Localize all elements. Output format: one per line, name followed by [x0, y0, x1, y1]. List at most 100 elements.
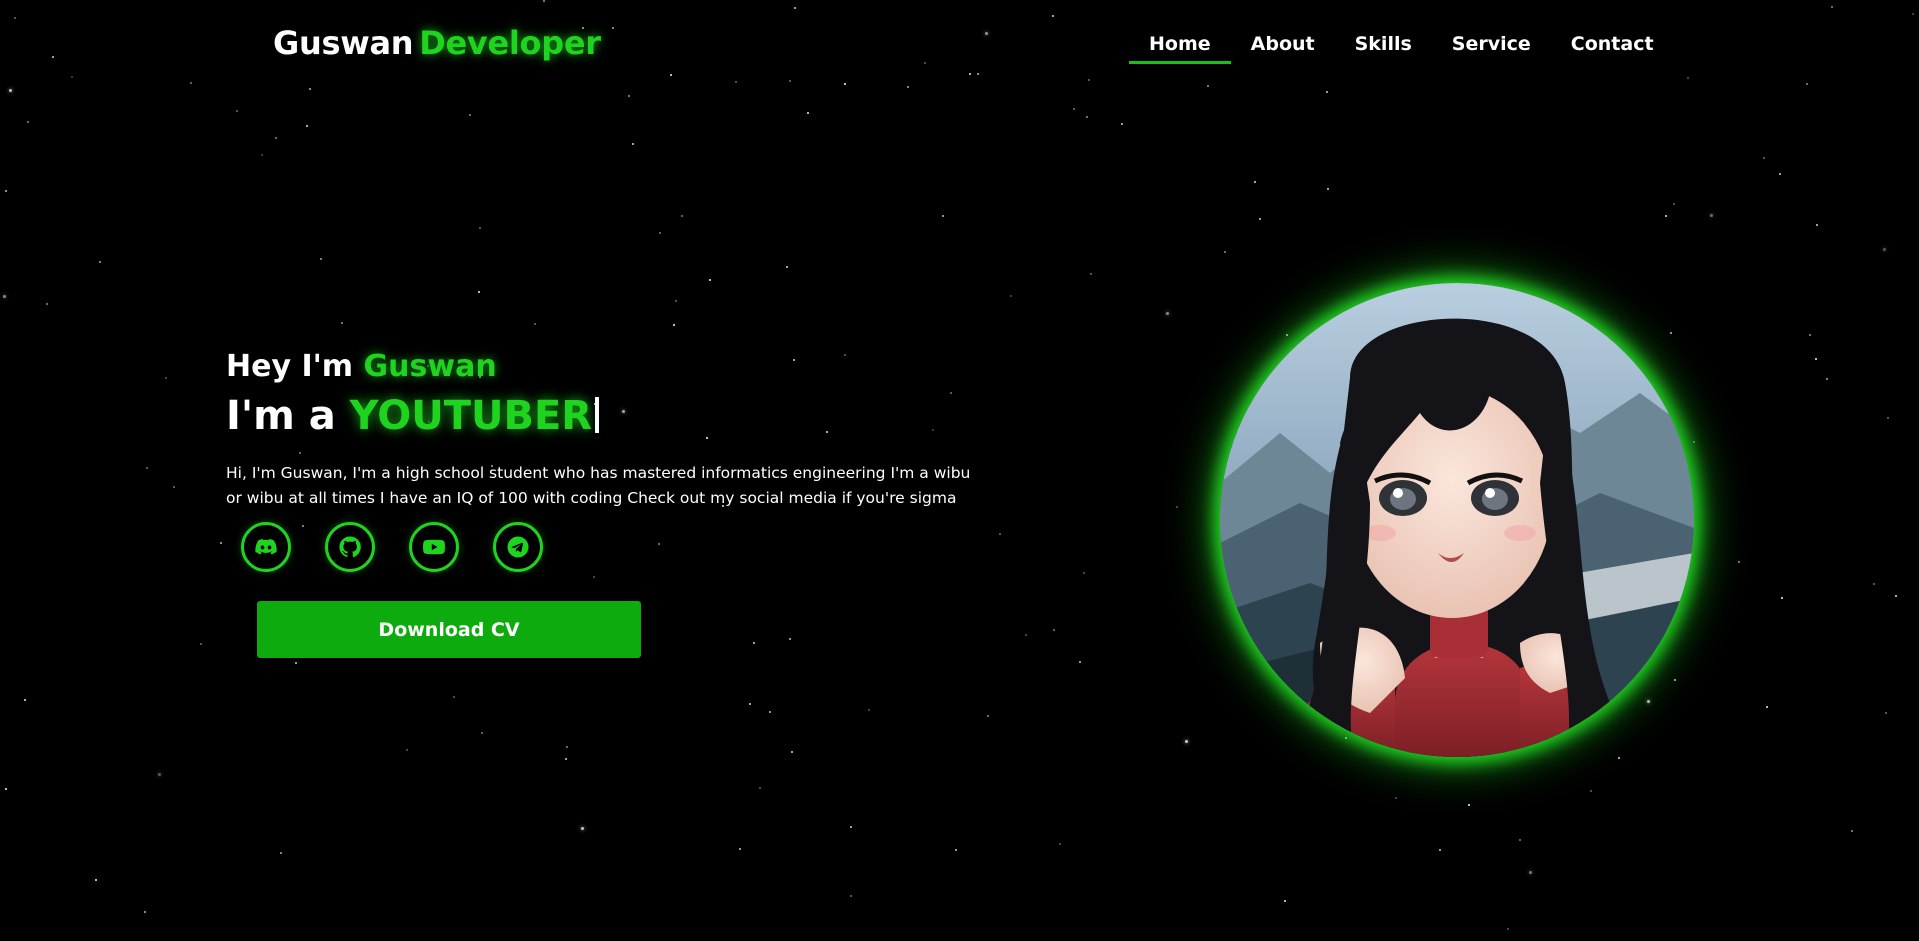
star [406, 749, 408, 751]
hero-role: I'm a YOUTUBER [226, 393, 1006, 439]
star [709, 279, 711, 281]
star [1895, 595, 1897, 597]
star [1674, 679, 1676, 681]
star [1851, 830, 1853, 832]
star [1779, 173, 1781, 175]
star [659, 232, 661, 234]
nav-skills[interactable]: Skills [1335, 33, 1432, 64]
star [95, 879, 97, 881]
star [1887, 417, 1889, 419]
star [453, 696, 455, 698]
star [749, 703, 751, 705]
star [1529, 871, 1532, 874]
typing-caret [595, 397, 600, 433]
bio-line-2: or wibu at all times I have an IQ of 100… [226, 489, 957, 507]
star [1083, 572, 1085, 574]
star [341, 322, 343, 324]
star [581, 827, 584, 830]
role-word: YOUTUBER [349, 393, 593, 439]
discord-icon [255, 539, 277, 555]
star [146, 467, 148, 469]
star [5, 190, 7, 192]
main-nav: Home About Skills Service Contact [1129, 33, 1674, 64]
star [275, 137, 277, 139]
star [1665, 215, 1667, 217]
star [1468, 804, 1470, 806]
star [1284, 900, 1286, 902]
anime-girl-portrait [1220, 283, 1694, 757]
star [1590, 790, 1592, 792]
star [479, 227, 481, 229]
star [1073, 108, 1075, 110]
star [955, 849, 957, 851]
star [1395, 797, 1397, 799]
star [1826, 378, 1828, 380]
star [1185, 740, 1188, 743]
star [1121, 123, 1123, 125]
star [566, 746, 568, 748]
nav-home[interactable]: Home [1129, 33, 1231, 64]
star [1809, 334, 1811, 336]
site-header: Guswan Developer Home About Skills Servic… [0, 0, 1919, 92]
star [628, 95, 630, 97]
github-icon [339, 536, 361, 558]
star [868, 709, 870, 711]
site-logo[interactable]: Guswan Developer [273, 24, 601, 62]
star [739, 848, 741, 850]
discord-link[interactable] [241, 522, 291, 572]
star [1763, 157, 1765, 159]
download-cv-button[interactable]: Download CV [257, 601, 641, 658]
star [681, 215, 683, 217]
nav-contact[interactable]: Contact [1551, 33, 1674, 64]
star [1738, 561, 1740, 563]
star [1166, 312, 1169, 315]
star [786, 266, 788, 268]
star [469, 114, 471, 116]
star [1439, 849, 1441, 851]
social-links [241, 522, 543, 572]
github-link[interactable] [325, 522, 375, 572]
telegram-icon [507, 536, 529, 558]
star [791, 751, 793, 753]
star [1059, 843, 1061, 845]
star [1883, 248, 1886, 251]
star [1090, 273, 1092, 275]
star [1815, 358, 1817, 360]
star [200, 643, 202, 645]
youtube-link[interactable] [409, 522, 459, 572]
star [632, 143, 634, 145]
star [261, 154, 263, 156]
star [1025, 634, 1027, 636]
star [481, 732, 483, 734]
star [173, 486, 175, 488]
hero-bio: Hi, I'm Guswan, I'm a high school studen… [226, 461, 1001, 511]
star [24, 699, 26, 701]
telegram-link[interactable] [493, 522, 543, 572]
star [675, 300, 677, 302]
nav-service[interactable]: Service [1432, 33, 1551, 64]
star [1670, 332, 1672, 334]
star [769, 711, 771, 713]
hero-section: Hey I'm Guswan I'm a YOUTUBER Hi, I'm Gu… [226, 349, 1006, 511]
star [1345, 737, 1347, 739]
star [1873, 583, 1875, 585]
star [27, 121, 29, 123]
star [753, 642, 755, 644]
logo-name: Guswan [273, 24, 414, 62]
star [593, 576, 595, 578]
star [658, 543, 660, 545]
star [759, 787, 761, 789]
star [1710, 214, 1713, 217]
star [1010, 295, 1012, 297]
star [565, 758, 567, 760]
role-prefix: I'm a [226, 393, 336, 439]
star [295, 662, 297, 664]
star [1766, 706, 1768, 708]
star [1885, 712, 1887, 714]
star [673, 324, 675, 326]
star [280, 852, 282, 854]
star [1259, 218, 1261, 220]
star [236, 110, 238, 112]
star [320, 258, 322, 260]
nav-about[interactable]: About [1231, 33, 1335, 64]
